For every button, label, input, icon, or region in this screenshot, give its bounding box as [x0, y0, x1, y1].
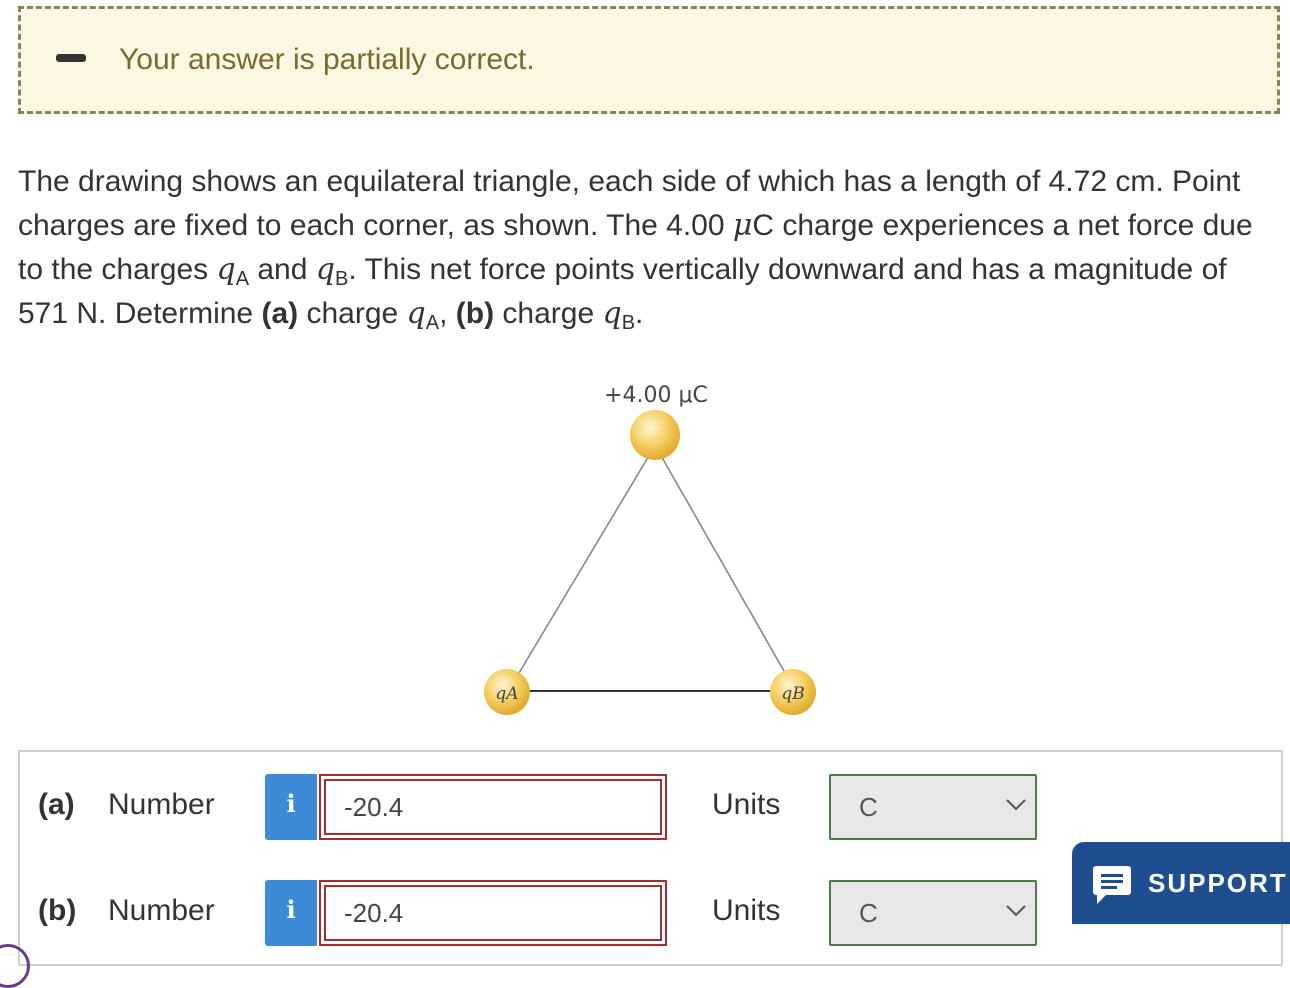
units-select-a[interactable]: C: [829, 774, 1037, 840]
side-right: [659, 453, 789, 679]
units-label: Units: [712, 788, 781, 821]
info-icon[interactable]: i: [265, 880, 317, 946]
question-and: and: [249, 253, 316, 286]
chevron-down-icon: [1006, 799, 1026, 811]
number-label: Number: [108, 788, 215, 821]
question-part-5: charge: [494, 297, 603, 330]
question-text: The drawing shows an equilateral triangl…: [18, 160, 1280, 336]
question-part-4: charge: [298, 297, 407, 330]
answer-row-a: (a) Number i -20.4 Units C: [20, 774, 1281, 840]
units-select-value: C: [859, 792, 878, 822]
q-symbol: q: [602, 296, 622, 331]
support-label: SUPPORT: [1148, 868, 1288, 898]
subscript-b: B: [621, 312, 636, 334]
subscript-b: B: [334, 268, 349, 290]
part-label: (b): [38, 894, 77, 927]
units-label: Units: [712, 894, 781, 927]
top-charge-label: +4.00 μC: [604, 383, 708, 408]
question-end: .: [635, 297, 644, 330]
charge-a-label: qA: [495, 684, 518, 704]
part-a-marker: (a): [261, 297, 299, 330]
question-comma: ,: [439, 297, 456, 330]
number-input-value[interactable]: -20.4: [324, 779, 662, 835]
number-label: Number: [108, 894, 215, 927]
side-left: [515, 453, 651, 679]
number-input-value[interactable]: -20.4: [324, 885, 662, 941]
triangle-figure: +4.00 μC qA qB: [484, 383, 816, 715]
q-symbol: q: [406, 296, 426, 331]
feedback-banner: Your answer is partially correct.: [18, 6, 1280, 114]
number-input-b[interactable]: -20.4: [319, 880, 667, 946]
part-b-marker: (b): [455, 297, 495, 330]
mu-symbol: μ: [732, 208, 753, 243]
part-label: (a): [38, 788, 75, 821]
chat-icon: [1093, 866, 1131, 904]
units-select-b[interactable]: C: [829, 880, 1037, 946]
feedback-message: Your answer is partially correct.: [119, 43, 535, 76]
top-charge: [630, 410, 680, 460]
chevron-down-icon: [1006, 905, 1026, 917]
number-input-a[interactable]: -20.4: [319, 774, 667, 840]
q-symbol: q: [315, 252, 335, 287]
charge-b-label: qB: [781, 684, 804, 704]
subscript-a: A: [425, 312, 440, 334]
subscript-a: A: [235, 268, 250, 290]
support-button[interactable]: SUPPORT: [1072, 842, 1290, 924]
info-icon[interactable]: i: [265, 774, 317, 840]
q-symbol: q: [216, 252, 236, 287]
units-select-value: C: [859, 898, 878, 928]
partial-correct-icon: [56, 54, 86, 62]
